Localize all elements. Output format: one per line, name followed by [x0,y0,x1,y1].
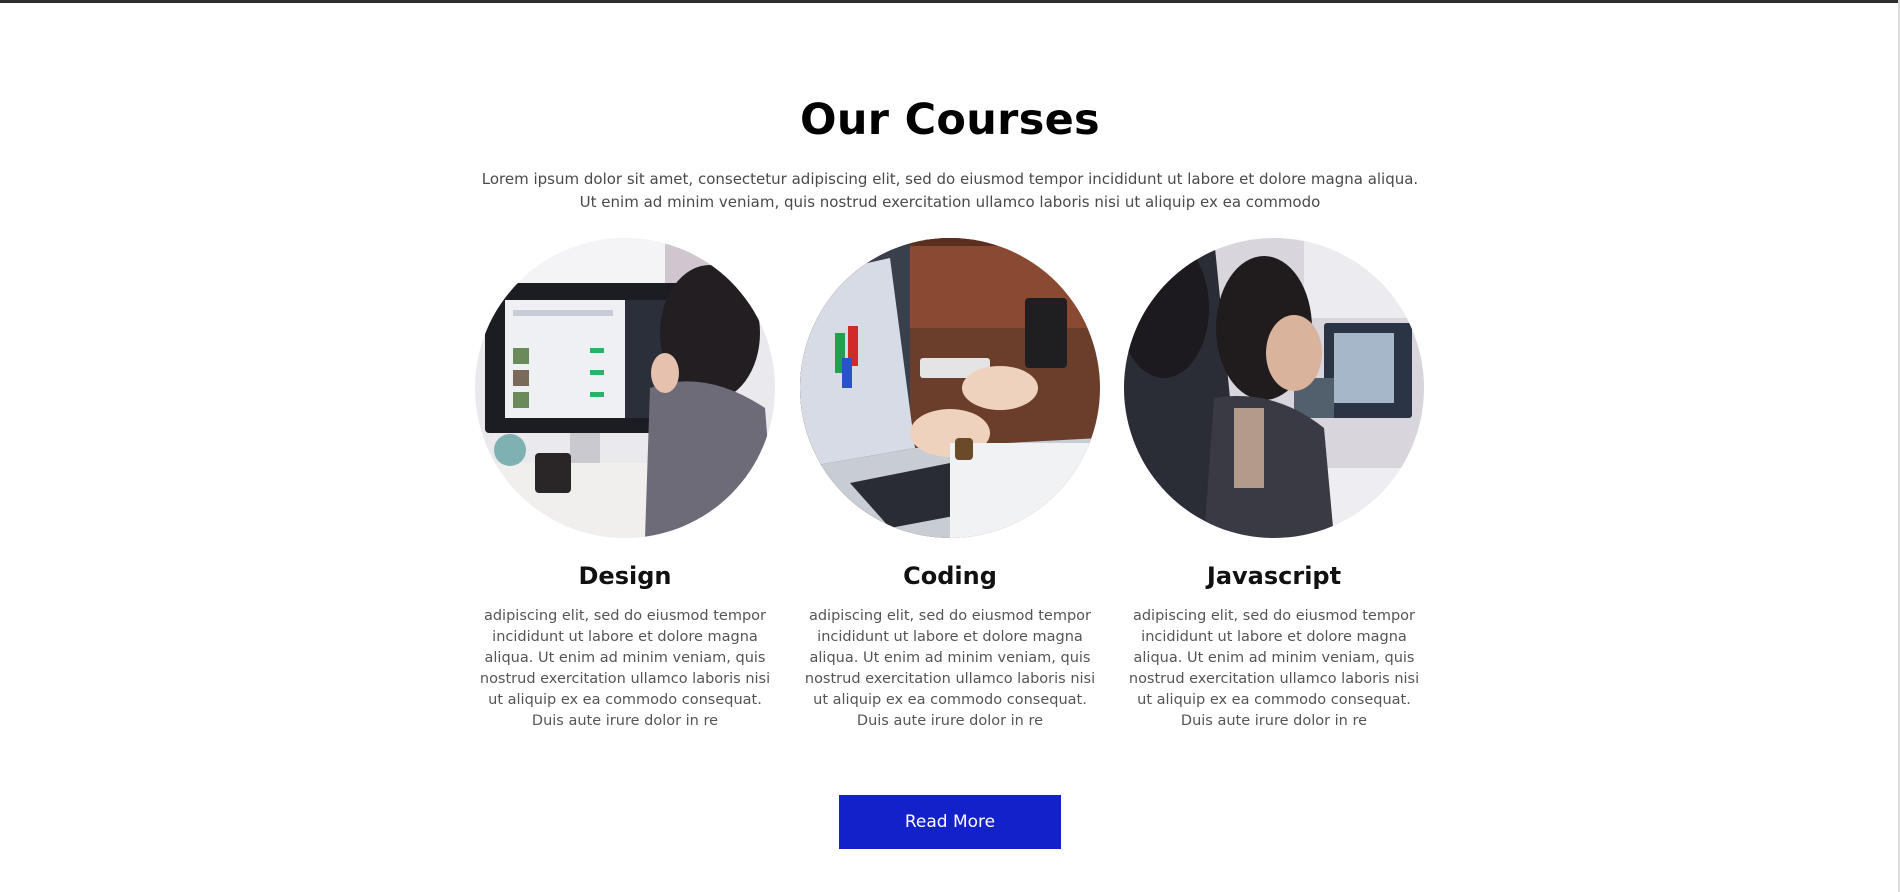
course-description: adipiscing elit, sed do eiusmod tempor i… [804,608,1096,729]
course-card-javascript: Javascript adipiscing elit, sed do eiusm… [1124,238,1424,732]
course-image-coding [800,238,1100,538]
course-image-javascript [1124,238,1424,538]
course-description: adipiscing elit, sed do eiusmod tempor i… [479,608,771,729]
course-card-design: Design adipiscing elit, sed do eiusmod t… [475,238,775,732]
course-image-design [475,238,775,538]
courses-section: Our Courses Lorem ipsum dolor sit amet, … [0,0,1900,892]
course-title: Design [578,562,672,590]
course-description: adipiscing elit, sed do eiusmod tempor i… [1128,608,1420,729]
hands-typing-on-laptop-photo [800,238,1100,538]
course-title: Javascript [1206,562,1342,590]
course-card-coding: Coding adipiscing elit, sed do eiusmod t… [800,238,1100,732]
read-more-button[interactable]: Read More [839,795,1061,849]
section-title: Our Courses [800,95,1100,145]
section-intro: Lorem ipsum dolor sit amet, consectetur … [481,170,1419,211]
women-working-at-computers-photo [1124,238,1424,538]
woman-at-desktop-monitor-photo [475,238,775,538]
course-title: Coding [903,562,997,590]
